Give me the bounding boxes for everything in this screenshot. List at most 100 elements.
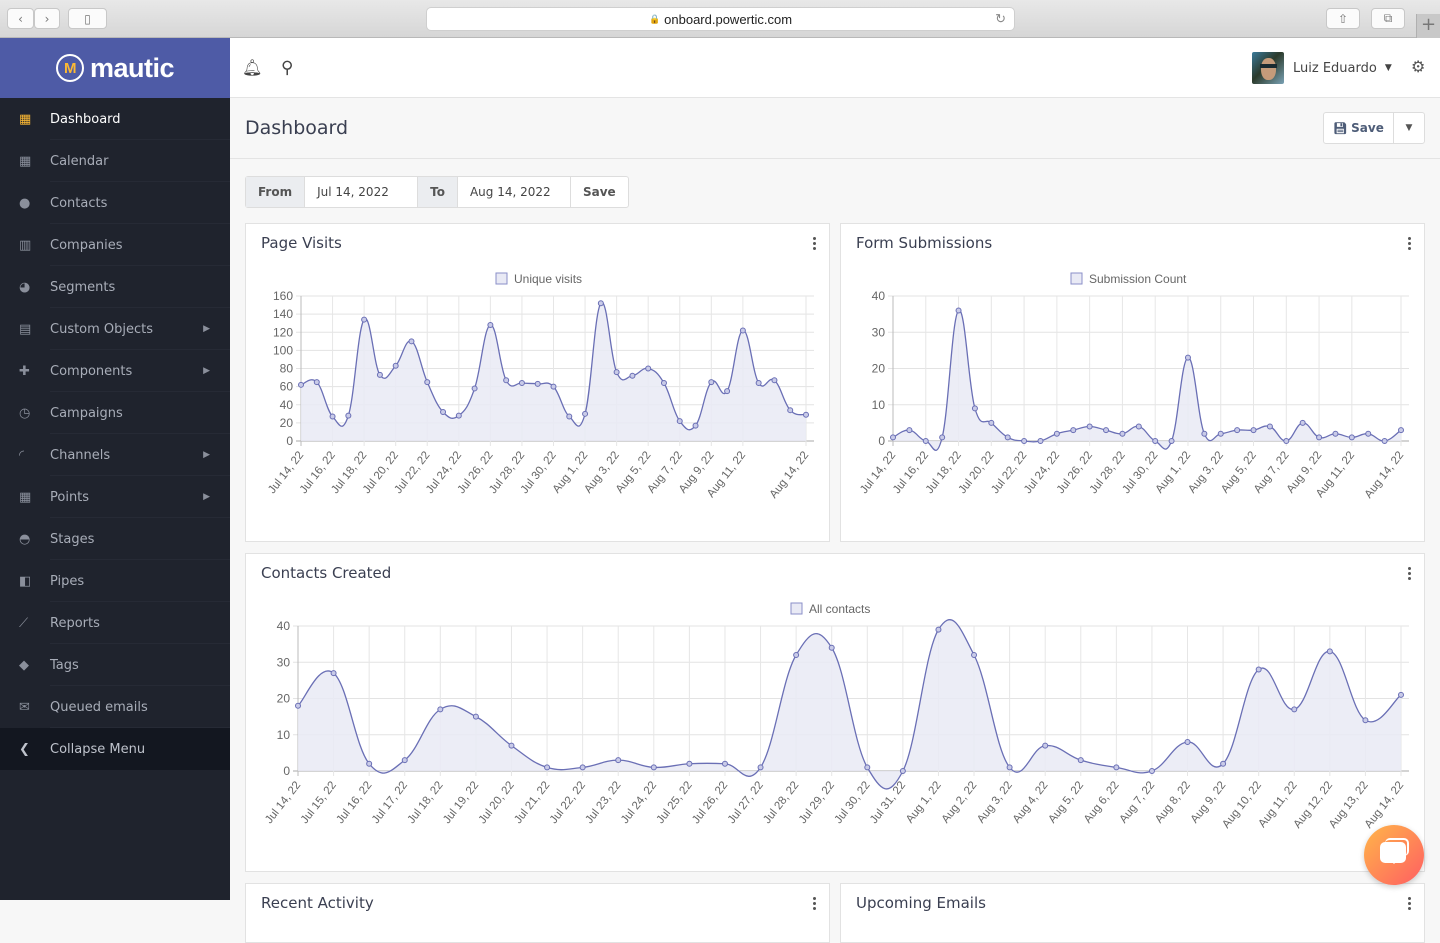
- data-point: [455, 412, 462, 419]
- gear-icon[interactable]: ⚙: [1411, 57, 1425, 76]
- pie-chart-icon: ◕: [19, 279, 31, 295]
- sidebar-item-tags[interactable]: ◆ Tags: [0, 644, 230, 686]
- data-point: [721, 760, 728, 767]
- bell-icon[interactable]: 🔔︎: [242, 58, 262, 77]
- brand-logo[interactable]: M mautic: [0, 38, 230, 98]
- sidebar-item-custom-objects[interactable]: ▤ Custom Objects ▶: [0, 308, 230, 350]
- data-point: [329, 413, 336, 420]
- y-tick-label: 0: [878, 434, 885, 448]
- form-submissions-widget: Form Submissions Submission Count 0 10 20 30…: [840, 223, 1425, 542]
- y-tick-label: 0: [283, 764, 290, 778]
- brand-name: mautic: [89, 52, 175, 83]
- recent-activity-widget: Recent Activity: [245, 883, 830, 943]
- collapse-menu-button[interactable]: ❮ Collapse Menu: [0, 728, 230, 770]
- data-point: [771, 377, 778, 384]
- data-point: [366, 760, 373, 767]
- data-point: [692, 422, 699, 429]
- data-point: [939, 434, 946, 441]
- calendar-icon: ▦: [19, 153, 32, 169]
- save-button[interactable]: 💾︎ Save: [1324, 113, 1394, 143]
- sidebar-toggle-button[interactable]: ▯: [68, 8, 107, 29]
- data-point: [1168, 438, 1175, 444]
- user-menu[interactable]: Luiz Eduardo ▼: [1252, 52, 1392, 84]
- y-tick-label: 30: [277, 655, 291, 669]
- back-button[interactable]: ‹: [7, 8, 34, 29]
- data-point: [988, 419, 995, 426]
- to-label: To: [418, 177, 458, 207]
- more-options-icon[interactable]: [1408, 897, 1412, 912]
- sidebar-item-reports[interactable]: ⟋ Reports: [0, 602, 230, 644]
- data-point: [1152, 438, 1159, 444]
- x-tick-label: Jul 16, 22: [334, 779, 374, 826]
- calculator-icon: ▦: [19, 489, 32, 505]
- x-tick-label: Aug 14, 22: [768, 449, 812, 500]
- to-date-input[interactable]: Aug 14, 2022: [458, 177, 571, 207]
- share-button[interactable]: ⇧: [1326, 8, 1360, 29]
- sidebar-item-companies[interactable]: ▥ Companies: [0, 224, 230, 266]
- data-point: [313, 379, 320, 386]
- y-tick-label: 10: [872, 398, 886, 412]
- data-point: [739, 327, 746, 334]
- y-tick-label: 20: [280, 416, 294, 430]
- sidebar-item-channels[interactable]: ◜ Channels ▶: [0, 434, 230, 476]
- reload-icon[interactable]: ↻: [995, 11, 1006, 27]
- caret-right-icon: ▶: [203, 324, 210, 334]
- topbar: 🔔︎ ⚲ Luiz Eduardo ▼ ⚙: [230, 38, 1440, 98]
- chat-widget-button[interactable]: [1364, 825, 1424, 885]
- y-tick-label: 30: [872, 325, 886, 339]
- sidebar-item-segments[interactable]: ◕ Segments: [0, 266, 230, 308]
- data-point: [755, 380, 762, 386]
- data-point: [1077, 757, 1084, 764]
- list-alt-icon: ▤: [19, 321, 32, 337]
- data-point: [757, 764, 764, 771]
- data-point: [376, 371, 383, 378]
- data-point: [1365, 430, 1372, 437]
- sidebar-item-dashboard[interactable]: ▦ Dashboard: [0, 98, 230, 140]
- search-icon[interactable]: ⚲: [281, 58, 293, 78]
- user-icon: ●: [19, 195, 31, 211]
- sidebar-item-campaigns[interactable]: ◷ Campaigns: [0, 392, 230, 434]
- sidebar-item-contacts[interactable]: ● Contacts: [0, 182, 230, 224]
- data-point: [971, 405, 978, 412]
- x-tick-label: Jul 15, 22: [299, 779, 339, 826]
- data-point: [1201, 430, 1208, 437]
- sidebar-item-label: Dashboard: [50, 111, 121, 127]
- caret-down-icon: ▼: [1384, 63, 1392, 73]
- data-point: [1326, 648, 1333, 655]
- sidebar: M mautic ▦ Dashboard ▦ Calendar ● Contacts ▥ Co…: [0, 38, 230, 900]
- more-options-icon[interactable]: [813, 897, 817, 912]
- data-point: [1234, 427, 1241, 434]
- data-point: [864, 764, 871, 771]
- data-point: [1291, 706, 1298, 713]
- new-tab-button[interactable]: +: [1416, 14, 1440, 38]
- data-point: [1113, 764, 1120, 771]
- sidebar-item-calendar[interactable]: ▦ Calendar: [0, 140, 230, 182]
- upcoming-emails-widget: Upcoming Emails: [840, 883, 1425, 943]
- sidebar-item-points[interactable]: ▦ Points ▶: [0, 476, 230, 518]
- sidebar-item-components[interactable]: ✚ Components ▶: [0, 350, 230, 392]
- data-point: [1042, 742, 1049, 749]
- apply-date-button[interactable]: Save: [571, 177, 628, 207]
- save-dropdown-button[interactable]: ▼: [1394, 113, 1424, 143]
- forward-button[interactable]: ›: [34, 8, 60, 29]
- sidebar-item-stages[interactable]: ◓ Stages: [0, 518, 230, 560]
- data-point: [582, 410, 589, 417]
- data-point: [550, 383, 557, 390]
- sidebar-item-pipes[interactable]: ◧ Pipes: [0, 560, 230, 602]
- sidebar-item-queued-emails[interactable]: ✉ Queued emails: [0, 686, 230, 728]
- data-point: [1283, 438, 1290, 444]
- chevron-left-icon: ❮: [19, 741, 30, 757]
- legend-label: All contacts: [809, 602, 870, 616]
- y-tick-label: 100: [273, 343, 293, 357]
- x-tick-label: Jul 18, 22: [406, 779, 446, 826]
- data-point: [935, 626, 942, 633]
- widget-title: Recent Activity: [261, 894, 374, 912]
- tabs-button[interactable]: ⧉: [1371, 8, 1405, 29]
- from-date-input[interactable]: Jul 14, 2022: [305, 177, 419, 207]
- trello-icon: ◧: [19, 573, 32, 589]
- y-tick-label: 20: [277, 692, 291, 706]
- data-point: [487, 322, 494, 328]
- data-point: [597, 300, 604, 307]
- address-bar[interactable]: 🔒 onboard.powertic.com ↻: [426, 7, 1015, 31]
- y-tick-label: 120: [273, 325, 293, 339]
